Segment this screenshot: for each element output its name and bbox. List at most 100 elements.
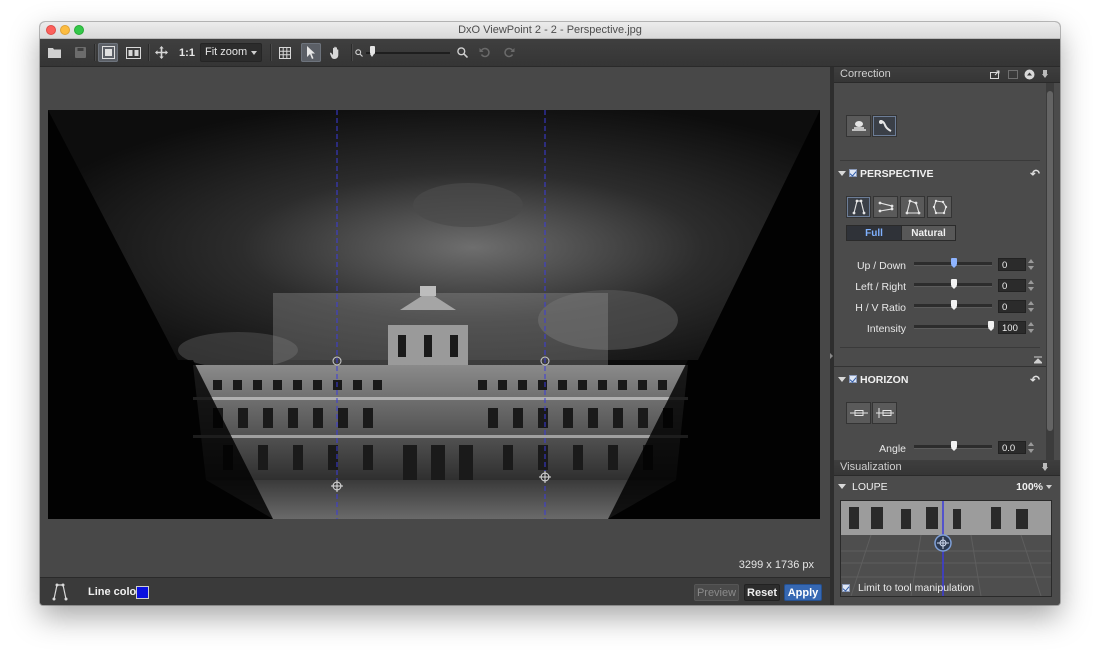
line-color-swatch[interactable]: [136, 586, 149, 599]
vertical-lines-tool-icon[interactable]: [52, 583, 68, 601]
eight-points-icon: [932, 199, 947, 215]
apply-button[interactable]: Apply: [784, 584, 822, 601]
save-icon[interactable]: [71, 43, 89, 62]
zoom-select-value: Fit zoom: [205, 46, 248, 58]
collapse-section-icon[interactable]: [1034, 356, 1042, 364]
visualization-header: Visualization: [834, 460, 1060, 476]
rectangle-icon: [905, 199, 920, 215]
slider-thumb[interactable]: [950, 258, 957, 268]
slider-thumb[interactable]: [950, 441, 957, 451]
correction-header: Correction: [834, 67, 1060, 83]
single-view-icon[interactable]: [98, 43, 118, 62]
loupe-zoom-value: 100%: [1016, 481, 1043, 493]
perspective-mode-rectangle[interactable]: [900, 196, 925, 218]
right-panel: Correction PERSPECTIVE ↶ Full Natural Up…: [834, 67, 1060, 605]
slider-track[interactable]: [914, 325, 992, 329]
limit-option[interactable]: Limit to tool manipulation: [838, 579, 1058, 595]
zoom-in-icon[interactable]: [454, 43, 470, 62]
slider-label: Angle: [879, 443, 906, 455]
distortion-tool-button[interactable]: [846, 115, 871, 137]
image-preview[interactable]: [48, 110, 820, 519]
loupe-title: LOUPE: [852, 481, 888, 493]
horizon-title: HORIZON: [860, 374, 909, 386]
title-bar: DxO ViewPoint 2 - 2 - Perspective.jpg: [40, 22, 1060, 39]
stepper-arrows-icon[interactable]: [1028, 321, 1034, 334]
panel-menu-icon[interactable]: [1042, 70, 1048, 79]
loupe-zoom-select[interactable]: 100%: [1016, 481, 1052, 493]
perspective-mode-vertical[interactable]: [846, 196, 871, 218]
stepper-arrows-icon[interactable]: [1028, 441, 1034, 454]
slider-thumb[interactable]: [988, 321, 994, 331]
hand-tool-icon[interactable]: [327, 43, 345, 62]
stepper-arrows-icon[interactable]: [1028, 258, 1034, 271]
preview-button[interactable]: Preview: [694, 584, 739, 601]
export-icon[interactable]: [990, 70, 1000, 79]
open-folder-icon[interactable]: [46, 43, 64, 62]
actual-size-button[interactable]: 1:1: [176, 43, 198, 62]
chevron-down-icon: [1046, 485, 1052, 489]
settings-icon[interactable]: [1024, 69, 1035, 80]
undo-icon[interactable]: [476, 43, 492, 62]
chevron-down-icon: [251, 51, 257, 55]
horizon-reset-icon[interactable]: ↶: [1030, 373, 1040, 387]
horizon-section-header[interactable]: HORIZON ↶: [834, 371, 1046, 389]
bottom-bar: Line color Preview Reset Apply: [40, 577, 830, 605]
value-field[interactable]: 0: [998, 300, 1026, 313]
image-canvas[interactable]: 3299 x 1736 px: [40, 67, 830, 577]
slider-label: H / V Ratio: [855, 302, 906, 314]
volume-deformation-icon: [878, 120, 891, 132]
grid-icon[interactable]: [276, 43, 294, 62]
stepper-arrows-icon[interactable]: [1028, 279, 1034, 292]
image-dimensions: 3299 x 1736 px: [738, 559, 814, 571]
zoom-select[interactable]: Fit zoom: [200, 43, 262, 62]
visualization-header-label: Visualization: [840, 461, 902, 473]
horizon-line-icon: [875, 408, 894, 418]
value-field[interactable]: 0.0: [998, 441, 1026, 454]
slider-label: Left / Right: [855, 281, 906, 293]
zoom-slider-track[interactable]: [366, 52, 450, 54]
value-field[interactable]: 100: [998, 321, 1026, 334]
app-window: DxO ViewPoint 2 - 2 - Perspective.jpg 1:…: [40, 22, 1060, 605]
horizon-level-button[interactable]: [846, 402, 871, 424]
limit-label: Limit to tool manipulation: [858, 582, 975, 594]
perspective-mode-eight-points[interactable]: [927, 196, 952, 218]
slider-thumb[interactable]: [950, 279, 957, 289]
stepper-arrows-icon[interactable]: [1028, 300, 1034, 313]
distortion-icon: [851, 121, 866, 131]
level-icon: [849, 410, 868, 416]
vertical-lines-icon: [852, 199, 865, 215]
limit-checkbox[interactable]: [842, 584, 850, 592]
pointer-tool-icon[interactable]: [301, 43, 321, 62]
slider-thumb[interactable]: [950, 300, 957, 310]
segment-natural[interactable]: Natural: [901, 225, 956, 241]
perspective-mode-horizontal[interactable]: [873, 196, 898, 218]
perspective-reset-icon[interactable]: ↶: [1030, 167, 1040, 181]
main-toolbar: 1:1 Fit zoom: [40, 39, 1060, 67]
perspective-enable-checkbox[interactable]: [849, 169, 857, 177]
zoom-slider-thumb[interactable]: [370, 46, 375, 57]
line-color-label: Line color: [88, 586, 141, 598]
scrollbar-thumb[interactable]: [1047, 91, 1053, 431]
horizontal-lines-icon: [878, 201, 893, 213]
window-title: DxO ViewPoint 2 - 2 - Perspective.jpg: [458, 24, 642, 36]
horizon-draw-button[interactable]: [872, 402, 897, 424]
value-field[interactable]: 0: [998, 279, 1026, 292]
perspective-section-header[interactable]: PERSPECTIVE ↶: [834, 165, 1046, 183]
volume-tool-button[interactable]: [872, 115, 897, 137]
segment-full[interactable]: Full: [846, 225, 902, 241]
reset-button[interactable]: Reset: [744, 584, 780, 601]
zoom-out-icon[interactable]: [354, 43, 364, 62]
preset-save-icon[interactable]: [1008, 70, 1018, 79]
value-field[interactable]: 0: [998, 258, 1026, 271]
correction-header-label: Correction: [840, 68, 891, 80]
slider-label: Intensity: [866, 323, 906, 335]
move-icon[interactable]: [152, 43, 170, 62]
perspective-title: PERSPECTIVE: [860, 168, 934, 180]
compare-view-icon[interactable]: [123, 43, 143, 62]
slider-label: Up / Down: [856, 260, 906, 272]
loupe-section-header[interactable]: LOUPE 100%: [834, 478, 1060, 496]
redo-icon[interactable]: [501, 43, 517, 62]
horizon-enable-checkbox[interactable]: [849, 375, 857, 383]
panel-menu-icon[interactable]: [1042, 463, 1048, 472]
louvre-photo: [48, 110, 820, 519]
